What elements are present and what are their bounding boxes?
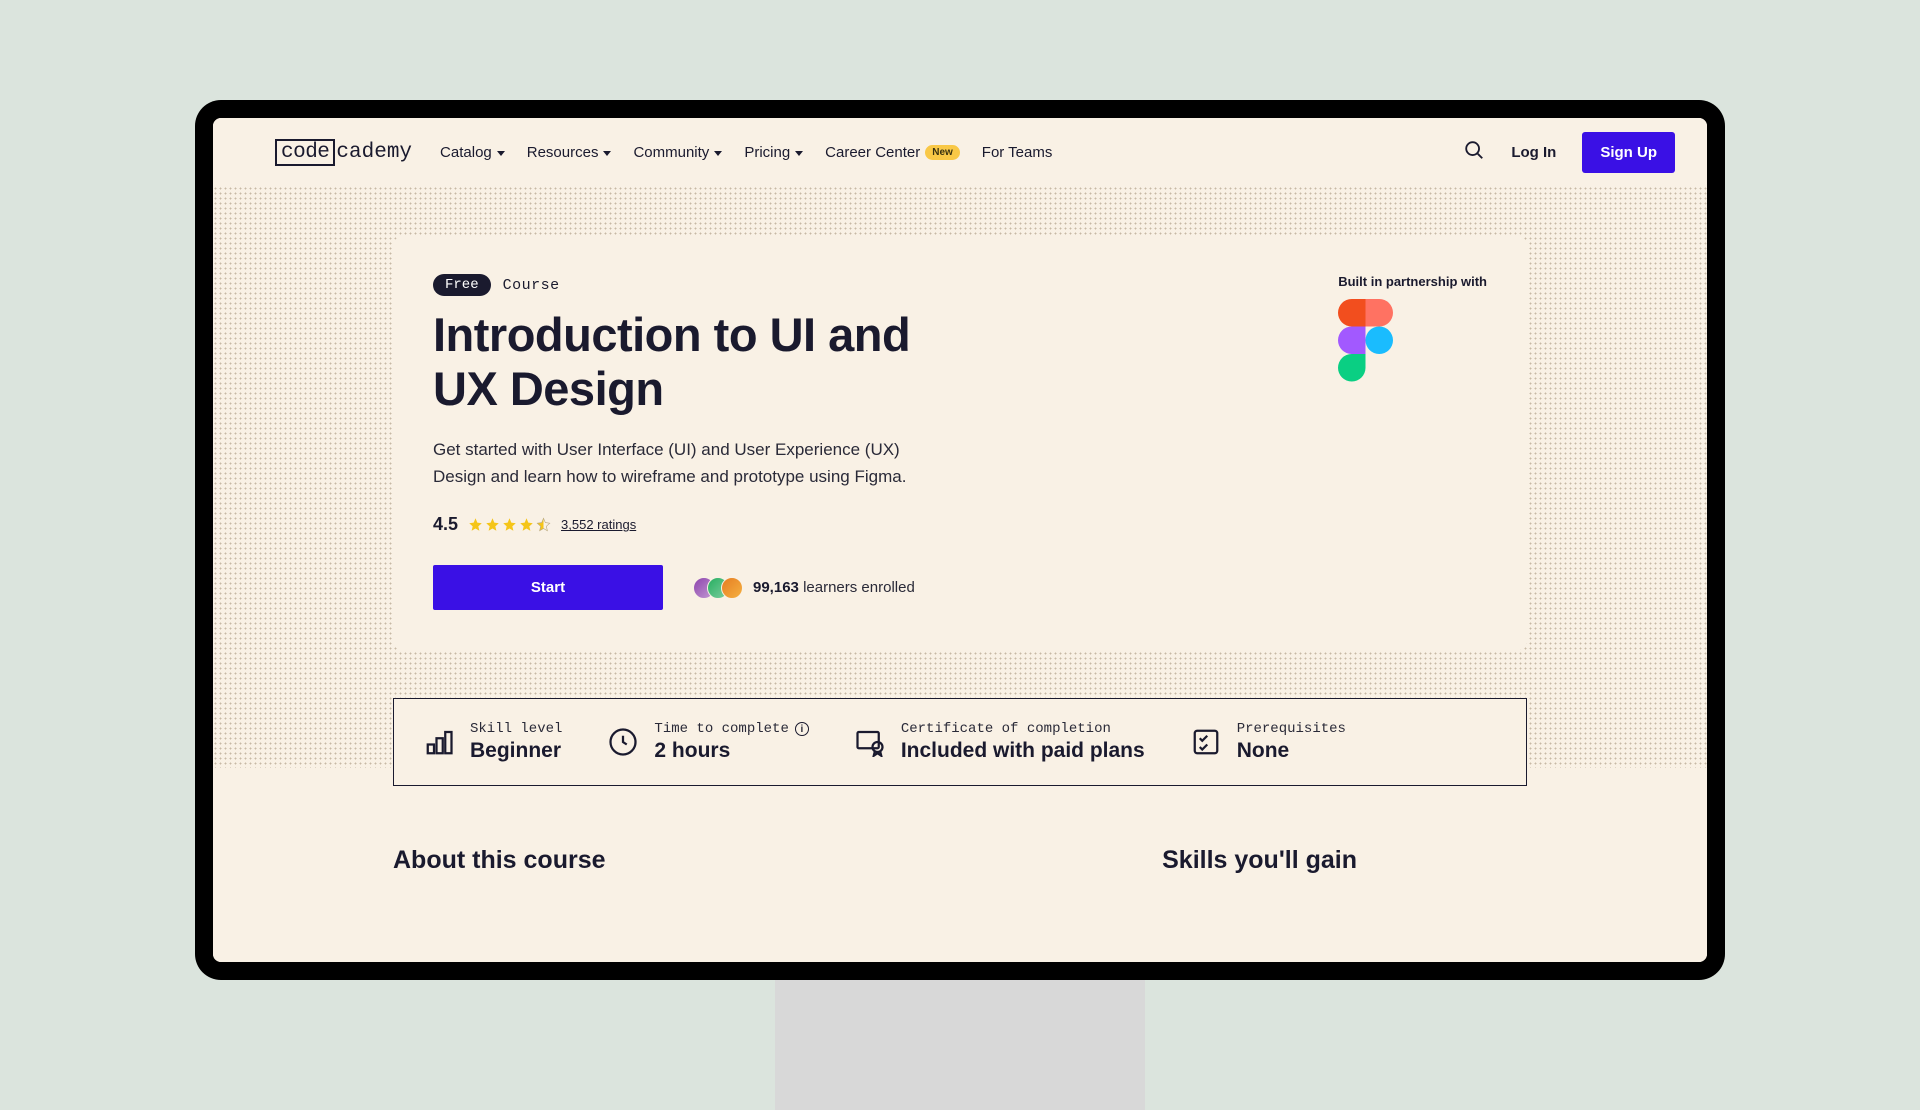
hero-partner: Built in partnership with xyxy=(1338,274,1487,610)
chevron-down-icon xyxy=(603,151,611,156)
signup-button[interactable]: Sign Up xyxy=(1582,132,1675,173)
stats-bar: Skill level Beginner Time to complete i … xyxy=(393,698,1527,786)
cta-row: Start 99,163 learners enrolled xyxy=(433,565,953,610)
new-badge: New xyxy=(925,145,960,160)
avatar xyxy=(721,577,743,599)
chevron-down-icon xyxy=(795,151,803,156)
badge-row: Free Course xyxy=(433,274,953,296)
chevron-down-icon xyxy=(714,151,722,156)
hero-main: Free Course Introduction to UI and UX De… xyxy=(433,274,953,610)
course-description: Get started with User Interface (UI) and… xyxy=(433,436,953,490)
star-icon xyxy=(485,517,500,532)
stat-value: Beginner xyxy=(470,739,562,763)
search-icon[interactable] xyxy=(1463,139,1485,166)
star-icon xyxy=(502,517,517,532)
nav-career-center[interactable]: Career Center New xyxy=(825,144,960,161)
hero-card: Free Course Introduction to UI and UX De… xyxy=(393,236,1527,650)
rating-value: 4.5 xyxy=(433,514,458,535)
chevron-down-icon xyxy=(497,151,505,156)
free-badge: Free xyxy=(433,274,491,296)
info-icon[interactable]: i xyxy=(795,722,809,736)
nav-for-teams[interactable]: For Teams xyxy=(982,144,1053,161)
nav-label: Catalog xyxy=(440,144,492,161)
stat-label: Skill level xyxy=(470,721,562,737)
content: Free Course Introduction to UI and UX De… xyxy=(213,186,1707,875)
monitor-frame: codecademy Catalog Resources Community P… xyxy=(195,100,1725,980)
stat-label: Prerequisites xyxy=(1237,721,1346,737)
top-nav: codecademy Catalog Resources Community P… xyxy=(213,118,1707,186)
nav-right: Log In Sign Up xyxy=(1463,132,1675,173)
certificate-icon xyxy=(855,727,885,757)
nav-items: Catalog Resources Community Pricing Care… xyxy=(440,144,1052,161)
skills-heading: Skills you'll gain xyxy=(1162,846,1357,875)
nav-label: Career Center xyxy=(825,144,920,161)
stat-skill-level: Skill level Beginner xyxy=(424,721,562,763)
learners-enrolled: 99,163 learners enrolled xyxy=(693,577,915,599)
nav-label: Resources xyxy=(527,144,599,161)
learners-count: 99,163 xyxy=(753,579,799,596)
star-half-icon xyxy=(536,517,551,532)
course-type: Course xyxy=(503,277,560,294)
partner-label: Built in partnership with xyxy=(1338,274,1487,289)
star-icon xyxy=(468,517,483,532)
learners-text: 99,163 learners enrolled xyxy=(753,579,915,596)
star-icon xyxy=(519,517,534,532)
stat-value: 2 hours xyxy=(654,739,808,763)
stat-value: None xyxy=(1237,739,1346,763)
start-button[interactable]: Start xyxy=(433,565,663,610)
rating-row: 4.5 3,552 ratings xyxy=(433,514,953,535)
nav-label: Pricing xyxy=(744,144,790,161)
logo[interactable]: codecademy xyxy=(275,139,412,166)
stat-label: Time to complete i xyxy=(654,721,808,737)
logo-rest: cademy xyxy=(336,141,412,164)
stat-certificate: Certificate of completion Included with … xyxy=(855,721,1145,763)
sections: About this course Skills you'll gain xyxy=(393,846,1527,875)
bar-chart-icon xyxy=(424,727,454,757)
ratings-count-link[interactable]: 3,552 ratings xyxy=(561,517,636,532)
checklist-icon xyxy=(1191,727,1221,757)
course-title: Introduction to UI and UX Design xyxy=(433,308,953,416)
nav-label: For Teams xyxy=(982,144,1053,161)
nav-label: Community xyxy=(633,144,709,161)
figma-logo-icon xyxy=(1338,299,1393,382)
nav-resources[interactable]: Resources xyxy=(527,144,612,161)
stat-label: Certificate of completion xyxy=(901,721,1145,737)
about-heading: About this course xyxy=(393,846,606,875)
nav-catalog[interactable]: Catalog xyxy=(440,144,505,161)
stat-value: Included with paid plans xyxy=(901,739,1145,763)
logo-boxed: code xyxy=(275,139,335,166)
nav-pricing[interactable]: Pricing xyxy=(744,144,803,161)
monitor-stand xyxy=(775,980,1145,1110)
stat-time: Time to complete i 2 hours xyxy=(608,721,808,763)
star-rating xyxy=(468,517,551,532)
nav-community[interactable]: Community xyxy=(633,144,722,161)
clock-icon xyxy=(608,727,638,757)
avatar-stack xyxy=(693,577,743,599)
stat-prerequisites: Prerequisites None xyxy=(1191,721,1346,763)
login-link[interactable]: Log In xyxy=(1511,144,1556,161)
learners-suffix: learners enrolled xyxy=(803,579,915,596)
screen: codecademy Catalog Resources Community P… xyxy=(213,118,1707,962)
